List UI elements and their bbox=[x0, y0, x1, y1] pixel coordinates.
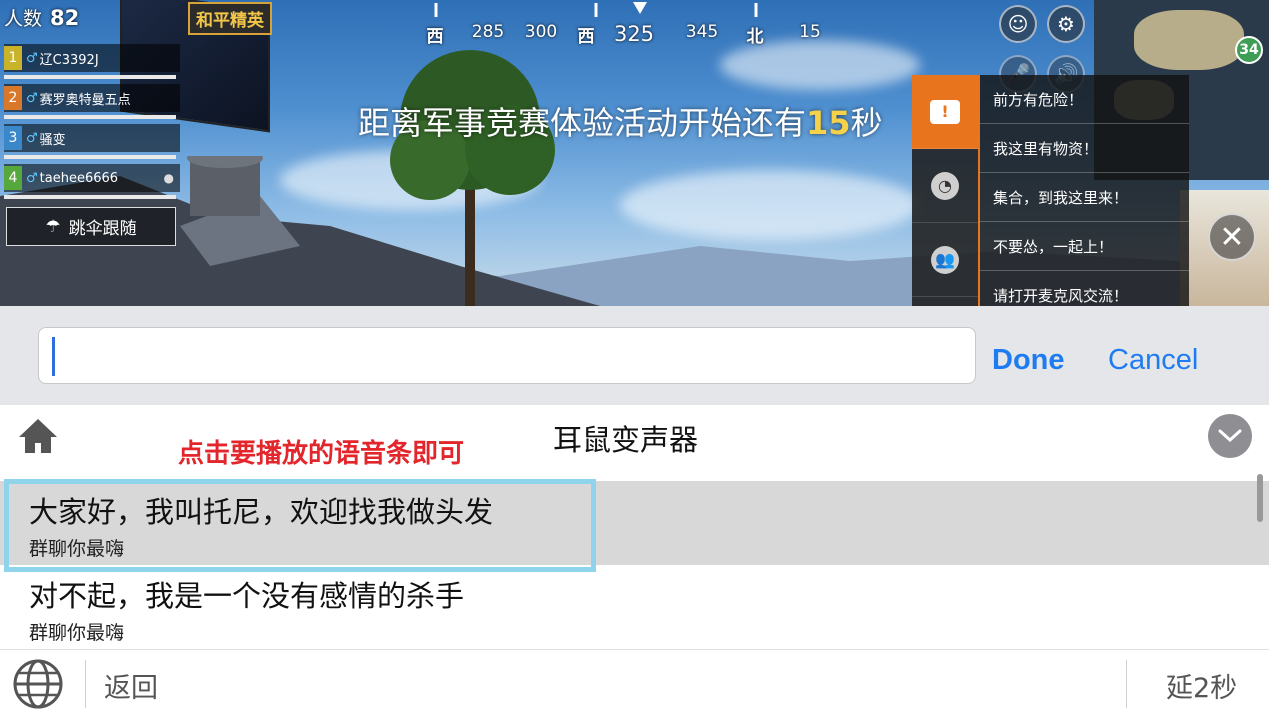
highlight-annotation bbox=[4, 479, 596, 572]
compass-mark bbox=[594, 3, 598, 17]
mic-icon: ● bbox=[163, 171, 174, 185]
countdown-prefix: 距离军事竞赛体验活动开始还有 bbox=[358, 104, 807, 142]
squad-badge: 34 bbox=[1235, 36, 1263, 64]
quick-message-item[interactable]: 请打开麦克风交流！ bbox=[980, 271, 1189, 306]
compass-tick: 15 bbox=[799, 22, 821, 42]
keyboard-bottom-bar: 返回 延2秒 bbox=[0, 649, 1269, 713]
compass-current-heading: 325 bbox=[613, 22, 655, 46]
alert-icon: ! bbox=[930, 99, 960, 124]
collapse-button[interactable] bbox=[1208, 414, 1252, 458]
cancel-button[interactable]: Cancel bbox=[1108, 344, 1198, 377]
game-viewport: 和平精英 人数 82 1 ♂ 辽C3392J 2 ♂ 赛罗奥特曼五点 3 ♂ 骚… bbox=[0, 0, 1269, 306]
compass-tick: 345 bbox=[685, 22, 719, 42]
panel-title: 耳鼠变声器 bbox=[553, 423, 699, 457]
parachute-follow-label: 跳伞跟随 bbox=[68, 219, 137, 239]
male-icon: ♂ bbox=[26, 90, 38, 106]
chat-text-input[interactable] bbox=[38, 327, 976, 384]
male-icon: ♂ bbox=[26, 170, 38, 186]
usage-tip: 点击要播放的语音条即可 bbox=[178, 439, 465, 469]
countdown-value: 15 bbox=[806, 104, 851, 142]
compass-bar: 西 285 300 西 325 345 北 15 bbox=[420, 0, 830, 47]
compass-mark bbox=[434, 3, 438, 17]
compass-pointer-icon bbox=[633, 2, 647, 14]
globe-icon[interactable] bbox=[12, 658, 64, 710]
player-count-label: 人数 bbox=[4, 8, 43, 30]
team-list: 1 ♂ 辽C3392J 2 ♂ 赛罗奥特曼五点 3 ♂ 骚变 4 ♂ taehe… bbox=[4, 44, 180, 204]
back-button[interactable]: 返回 bbox=[104, 666, 158, 705]
parachute-follow-button[interactable]: ☂ 跳伞跟随 bbox=[6, 207, 176, 246]
team-icon: 👥 bbox=[931, 245, 959, 274]
team-member-name: 辽C3392J bbox=[39, 52, 99, 68]
team-member-index: 3 bbox=[4, 126, 22, 150]
voice-item-text: 对不起，我是一个没有感情的杀手 bbox=[29, 579, 465, 613]
minimap-island bbox=[1134, 10, 1244, 70]
male-icon: ♂ bbox=[26, 130, 38, 146]
quick-message-item[interactable]: 我这里有物资！ bbox=[980, 124, 1189, 173]
tab-history[interactable]: ◔ bbox=[912, 149, 978, 223]
cloud bbox=[720, 40, 920, 90]
team-member-name: 骚变 bbox=[39, 132, 66, 148]
compass-mark bbox=[754, 3, 758, 17]
delay-button[interactable]: 延2秒 bbox=[1166, 666, 1237, 705]
team-member: 4 ♂ taehee6666 ● bbox=[4, 164, 180, 199]
emote-icon[interactable]: ☺ bbox=[999, 5, 1037, 43]
team-member: 3 ♂ 骚变 bbox=[4, 124, 180, 159]
player-count-value: 82 bbox=[50, 5, 80, 30]
quick-message-item[interactable]: 不要怂，一起上！ bbox=[980, 222, 1189, 271]
scrollbar-thumb[interactable] bbox=[1257, 474, 1263, 522]
divider bbox=[85, 660, 86, 708]
home-icon[interactable] bbox=[15, 413, 61, 459]
gear-icon[interactable]: ⚙ bbox=[1047, 5, 1085, 43]
compass-tick: 西 bbox=[426, 27, 444, 47]
team-member-index: 2 bbox=[4, 86, 22, 110]
game-logo: 和平精英 bbox=[188, 2, 272, 35]
compass-tick: 北 bbox=[746, 27, 764, 47]
countdown-suffix: 秒 bbox=[850, 104, 883, 142]
compass-tick: 300 bbox=[524, 22, 558, 42]
team-member-index: 4 bbox=[4, 166, 22, 190]
quick-chat-tabs: ! ◔ 👥 bbox=[912, 75, 978, 306]
voice-item-group: 群聊你最嗨 bbox=[29, 622, 125, 644]
quick-message-item[interactable]: 前方有危险！ bbox=[980, 75, 1189, 124]
close-icon[interactable]: ✕ bbox=[1208, 213, 1256, 261]
tab-team[interactable]: 👥 bbox=[912, 223, 978, 297]
divider bbox=[1126, 660, 1127, 708]
team-member: 1 ♂ 辽C3392J bbox=[4, 44, 180, 79]
quick-message-list: 前方有危险！ 我这里有物资！ 集合，到我这里来！ 不要怂，一起上！ 请打开麦克风… bbox=[978, 75, 1189, 306]
team-member: 2 ♂ 赛罗奥特曼五点 bbox=[4, 84, 180, 119]
text-caret bbox=[52, 337, 55, 376]
done-button[interactable]: Done bbox=[992, 344, 1065, 377]
compass-tick: 285 bbox=[471, 22, 505, 42]
quick-message-item[interactable]: 集合，到我这里来！ bbox=[980, 173, 1189, 222]
tree bbox=[390, 50, 555, 306]
team-member-index: 1 bbox=[4, 46, 22, 70]
voice-item[interactable]: 对不起，我是一个没有感情的杀手 群聊你最嗨 bbox=[0, 565, 1269, 649]
voice-changer-keyboard: 点击要播放的语音条即可 耳鼠变声器 大家好，我叫托尼，欢迎找我做头发 群聊你最嗨… bbox=[0, 405, 1269, 713]
team-member-name: taehee6666 bbox=[39, 170, 119, 186]
player-count: 人数 82 bbox=[4, 4, 79, 31]
event-countdown: 距离军事竞赛体验活动开始还有15秒 bbox=[358, 98, 883, 144]
male-icon: ♂ bbox=[26, 50, 38, 66]
tab-quick-messages[interactable]: ! bbox=[912, 75, 978, 149]
compass-tick: 西 bbox=[577, 27, 595, 47]
parachute-icon: ☂ bbox=[45, 216, 61, 237]
chevron-down-icon bbox=[1218, 429, 1242, 443]
team-member-name: 赛罗奥特曼五点 bbox=[39, 92, 131, 108]
clock-icon: ◔ bbox=[931, 171, 959, 200]
chat-input-bar: Done Cancel bbox=[0, 306, 1269, 405]
